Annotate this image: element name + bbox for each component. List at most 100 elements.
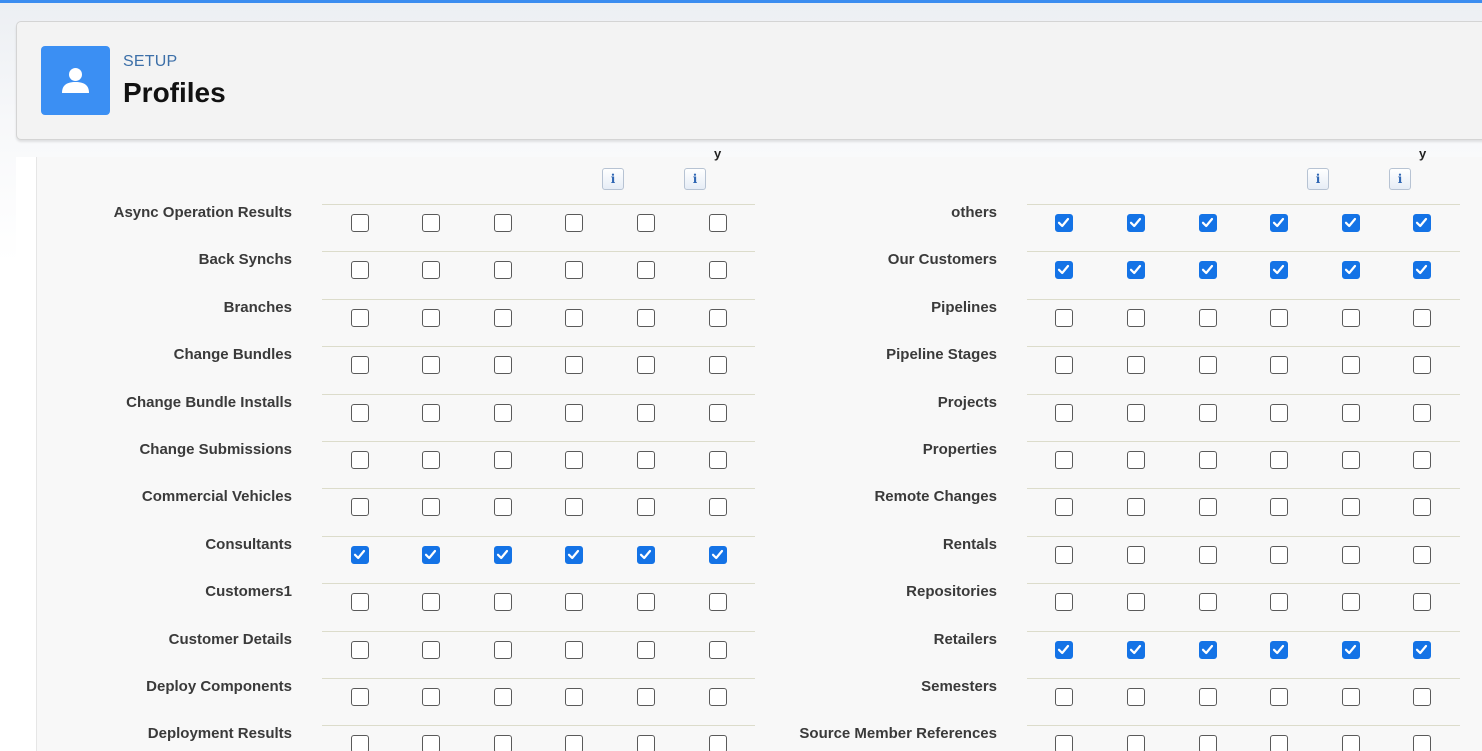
- permission-checkbox[interactable]: [1055, 640, 1073, 659]
- permission-checkbox[interactable]: [351, 356, 369, 375]
- permission-checkbox[interactable]: [1055, 593, 1073, 612]
- permission-checkbox[interactable]: [494, 593, 512, 612]
- permission-checkbox[interactable]: [1055, 356, 1073, 375]
- permission-checkbox[interactable]: [1199, 261, 1217, 280]
- permission-checkbox[interactable]: [637, 451, 655, 469]
- permission-checkbox[interactable]: [1413, 735, 1431, 751]
- permission-checkbox[interactable]: [1342, 356, 1360, 375]
- permission-checkbox[interactable]: [1342, 451, 1360, 469]
- permission-checkbox[interactable]: [1413, 545, 1431, 564]
- permission-checkbox[interactable]: [1199, 356, 1217, 375]
- permission-checkbox[interactable]: [709, 498, 727, 517]
- permission-checkbox[interactable]: [1413, 403, 1431, 422]
- permission-checkbox[interactable]: [1199, 593, 1217, 612]
- permission-checkbox[interactable]: [1127, 451, 1145, 469]
- permission-checkbox[interactable]: [1270, 545, 1288, 564]
- permission-checkbox[interactable]: [351, 498, 369, 517]
- permission-checkbox[interactable]: [637, 640, 655, 659]
- permission-checkbox[interactable]: [351, 261, 369, 280]
- permission-checkbox[interactable]: [351, 593, 369, 612]
- permission-checkbox[interactable]: [1055, 735, 1073, 751]
- permission-checkbox[interactable]: [1055, 451, 1073, 469]
- info-icon[interactable]: i: [602, 168, 624, 190]
- permission-checkbox[interactable]: [709, 261, 727, 280]
- permission-checkbox[interactable]: [1342, 308, 1360, 327]
- permission-checkbox[interactable]: [1342, 688, 1360, 706]
- permission-checkbox[interactable]: [1127, 545, 1145, 564]
- permission-checkbox[interactable]: [565, 356, 583, 375]
- permission-checkbox[interactable]: [565, 735, 583, 751]
- permission-checkbox[interactable]: [1342, 593, 1360, 612]
- permission-checkbox[interactable]: [1199, 688, 1217, 706]
- permission-checkbox[interactable]: [494, 498, 512, 517]
- permission-checkbox[interactable]: [1413, 451, 1431, 469]
- permission-checkbox[interactable]: [1342, 403, 1360, 422]
- permission-checkbox[interactable]: [351, 214, 369, 232]
- permission-checkbox[interactable]: [422, 688, 440, 706]
- permission-checkbox[interactable]: [637, 403, 655, 422]
- permission-checkbox[interactable]: [1199, 403, 1217, 422]
- permission-checkbox[interactable]: [422, 640, 440, 659]
- permission-checkbox[interactable]: [565, 688, 583, 706]
- permission-checkbox[interactable]: [1199, 308, 1217, 327]
- permission-checkbox[interactable]: [565, 403, 583, 422]
- permission-checkbox[interactable]: [709, 640, 727, 659]
- permission-checkbox[interactable]: [637, 735, 655, 751]
- permission-checkbox[interactable]: [565, 214, 583, 232]
- permission-checkbox[interactable]: [494, 688, 512, 706]
- permission-checkbox[interactable]: [1270, 735, 1288, 751]
- permission-checkbox[interactable]: [1413, 356, 1431, 375]
- permission-checkbox[interactable]: [351, 308, 369, 327]
- permission-checkbox[interactable]: [1055, 545, 1073, 564]
- permission-checkbox[interactable]: [494, 356, 512, 375]
- permission-checkbox[interactable]: [494, 451, 512, 469]
- permission-checkbox[interactable]: [637, 308, 655, 327]
- permission-checkbox[interactable]: [1055, 688, 1073, 706]
- permission-checkbox[interactable]: [1127, 498, 1145, 517]
- permission-checkbox[interactable]: [1270, 640, 1288, 659]
- info-icon[interactable]: i: [1389, 168, 1411, 190]
- permission-checkbox[interactable]: [1413, 640, 1431, 659]
- permission-checkbox[interactable]: [422, 498, 440, 517]
- permission-checkbox[interactable]: [565, 545, 583, 564]
- permission-checkbox[interactable]: [494, 214, 512, 232]
- permission-checkbox[interactable]: [422, 356, 440, 375]
- permission-checkbox[interactable]: [637, 545, 655, 564]
- permission-checkbox[interactable]: [422, 214, 440, 232]
- permission-checkbox[interactable]: [1127, 593, 1145, 612]
- permission-checkbox[interactable]: [494, 261, 512, 280]
- permission-checkbox[interactable]: [637, 214, 655, 232]
- permission-checkbox[interactable]: [1413, 593, 1431, 612]
- permission-checkbox[interactable]: [494, 545, 512, 564]
- permission-checkbox[interactable]: [565, 308, 583, 327]
- permission-checkbox[interactable]: [637, 593, 655, 612]
- permission-checkbox[interactable]: [422, 451, 440, 469]
- permission-checkbox[interactable]: [709, 356, 727, 375]
- permission-checkbox[interactable]: [709, 451, 727, 469]
- permission-checkbox[interactable]: [422, 735, 440, 751]
- permission-checkbox[interactable]: [1199, 451, 1217, 469]
- permission-checkbox[interactable]: [422, 308, 440, 327]
- permission-checkbox[interactable]: [1270, 214, 1288, 232]
- permission-checkbox[interactable]: [351, 640, 369, 659]
- permission-checkbox[interactable]: [709, 308, 727, 327]
- permission-checkbox[interactable]: [1199, 735, 1217, 751]
- permission-checkbox[interactable]: [1413, 261, 1431, 280]
- permission-checkbox[interactable]: [565, 593, 583, 612]
- permission-checkbox[interactable]: [565, 498, 583, 517]
- permission-checkbox[interactable]: [637, 261, 655, 280]
- permission-checkbox[interactable]: [565, 451, 583, 469]
- permission-checkbox[interactable]: [709, 403, 727, 422]
- permission-checkbox[interactable]: [1127, 308, 1145, 327]
- permission-checkbox[interactable]: [1270, 688, 1288, 706]
- permission-checkbox[interactable]: [1342, 214, 1360, 232]
- permission-checkbox[interactable]: [709, 545, 727, 564]
- permission-checkbox[interactable]: [351, 735, 369, 751]
- permission-checkbox[interactable]: [1342, 545, 1360, 564]
- permission-checkbox[interactable]: [1270, 451, 1288, 469]
- permission-checkbox[interactable]: [1342, 261, 1360, 280]
- info-icon[interactable]: i: [684, 168, 706, 190]
- permission-checkbox[interactable]: [637, 688, 655, 706]
- permission-checkbox[interactable]: [422, 261, 440, 280]
- permission-checkbox[interactable]: [1127, 640, 1145, 659]
